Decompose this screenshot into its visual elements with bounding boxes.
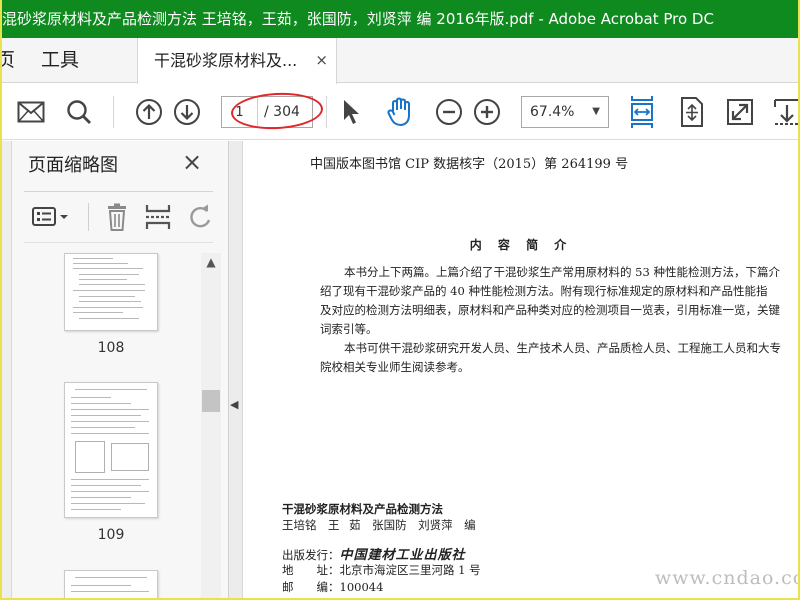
toolbar-separator [113, 96, 114, 128]
book-authors: 王培铭 王 茹 张国防 刘贤萍 编 [282, 518, 476, 532]
page-up-icon[interactable] [132, 95, 166, 129]
panel-title: 页面缩略图 [28, 155, 118, 176]
postcode-row: 邮 编：100044 [282, 579, 383, 595]
address-value: 北京市海淀区三里河路 1 号 [339, 563, 481, 577]
fit-page-icon[interactable] [675, 95, 709, 129]
summary-line: 绍了现有干混砂浆产品的 40 种性能检测方法。附有现行标准规定的原材料和产品性能… [320, 284, 768, 298]
postcode-label: 邮 编： [282, 580, 340, 594]
page-number-box: / 304 [221, 96, 313, 128]
publisher-label: 出版发行： [282, 548, 340, 562]
pointer-icon[interactable] [334, 95, 368, 129]
more-tools-icon[interactable] [770, 95, 800, 129]
summary-line: 院校相关专业师生阅读参考。 [320, 360, 470, 374]
zoom-in-icon[interactable] [470, 95, 504, 129]
page-number-input[interactable] [222, 97, 258, 127]
thumbnail-label: 109 [97, 527, 125, 543]
summary-line: 本书可供干混砂浆研究开发人员、生产技术人员、产品质检人员、工程施工人员和大专 [344, 341, 781, 355]
window-title-bar: 混砂浆原材料及产品检测方法 王培铭，王茹，张国防，刘贤萍 编 2016年版.pd… [0, 0, 800, 38]
menu-tools[interactable]: 工具 [41, 38, 79, 83]
document-tab-label: 干混砂浆原材料及... [154, 51, 298, 70]
collapse-left-icon[interactable]: ◀ [230, 398, 238, 411]
toolbar-separator [326, 96, 327, 128]
thumbnail-label: 108 [97, 340, 125, 356]
panel-tool-separator [88, 203, 89, 231]
cip-line: 中国版本图书馆 CIP 数据核字（2015）第 264199 号 [310, 157, 629, 172]
panel-divider [24, 191, 213, 192]
zoom-out-icon[interactable] [432, 95, 466, 129]
page-thumbnail[interactable] [64, 253, 158, 331]
site-watermark: www.cndao.com [655, 567, 800, 589]
page-thumbnail[interactable] [64, 570, 158, 600]
postcode-value: 100044 [339, 580, 384, 594]
summary-line: 词索引等。 [320, 322, 378, 336]
search-icon[interactable] [62, 95, 96, 129]
mail-icon[interactable] [14, 95, 48, 129]
chevron-down-icon: ▼ [592, 106, 600, 117]
menu-tab-row: 页 工具 干混砂浆原材料及... × [0, 38, 800, 84]
summary-line: 及对应的检测方法明细表，原材料和产品种类对应的检测项目一览表，引用标准一览，关键 [320, 303, 780, 317]
delete-icon[interactable] [102, 201, 132, 233]
zoom-value: 67.4% [530, 104, 575, 120]
document-tab-close-icon[interactable]: × [315, 38, 328, 83]
page-thumbnail[interactable] [64, 382, 158, 518]
insert-page-icon[interactable] [142, 201, 174, 233]
fit-width-icon[interactable] [625, 95, 659, 129]
publisher-name: 中国建材工业出版社 [339, 548, 466, 563]
document-tab[interactable]: 干混砂浆原材料及... × [137, 38, 337, 84]
panel-divider [24, 242, 213, 243]
zoom-select[interactable]: 67.4% ▼ [521, 96, 609, 128]
page-total: / 304 [264, 104, 300, 120]
scroll-up-icon[interactable]: ▲ [201, 255, 221, 269]
hand-icon[interactable] [383, 95, 417, 129]
toolbar: / 304 67.4% ▼ [0, 84, 800, 140]
address-label: 地 址： [282, 563, 340, 577]
page-down-icon[interactable] [170, 95, 204, 129]
publisher-row: 出版发行：中国建材工业出版社 [282, 544, 466, 563]
panel-strip [0, 141, 12, 600]
summary-heading: 内 容 简 介 [469, 238, 573, 252]
thumbnail-options-icon[interactable] [30, 201, 72, 233]
scrollbar-thumb[interactable] [202, 390, 220, 412]
address-row: 地 址：北京市海淀区三里河路 1 号 [282, 562, 481, 578]
panel-collapse-bar[interactable]: ◀ [229, 141, 243, 600]
document-page: 中国版本图书馆 CIP 数据核字（2015）第 264199 号 内 容 简 介… [244, 141, 798, 600]
book-title: 干混砂浆原材料及产品检测方法 [282, 502, 443, 516]
rotate-icon[interactable] [184, 201, 216, 233]
window-title: 混砂浆原材料及产品检测方法 王培铭，王茹，张国防，刘贤萍 编 2016年版.pd… [2, 10, 714, 28]
full-screen-icon[interactable] [723, 95, 757, 129]
panel-close-icon[interactable]: × [182, 149, 202, 175]
thumbnail-scrollbar[interactable] [201, 253, 221, 600]
page-thumbnails-panel: 页面缩略图 × 108 109 ▲ [0, 141, 229, 600]
summary-line: 本书分上下两篇。上篇介绍了干混砂浆生产常用原材料的 53 种性能检测方法，下篇介 [344, 265, 780, 279]
menu-home-partial[interactable]: 页 [0, 38, 15, 83]
